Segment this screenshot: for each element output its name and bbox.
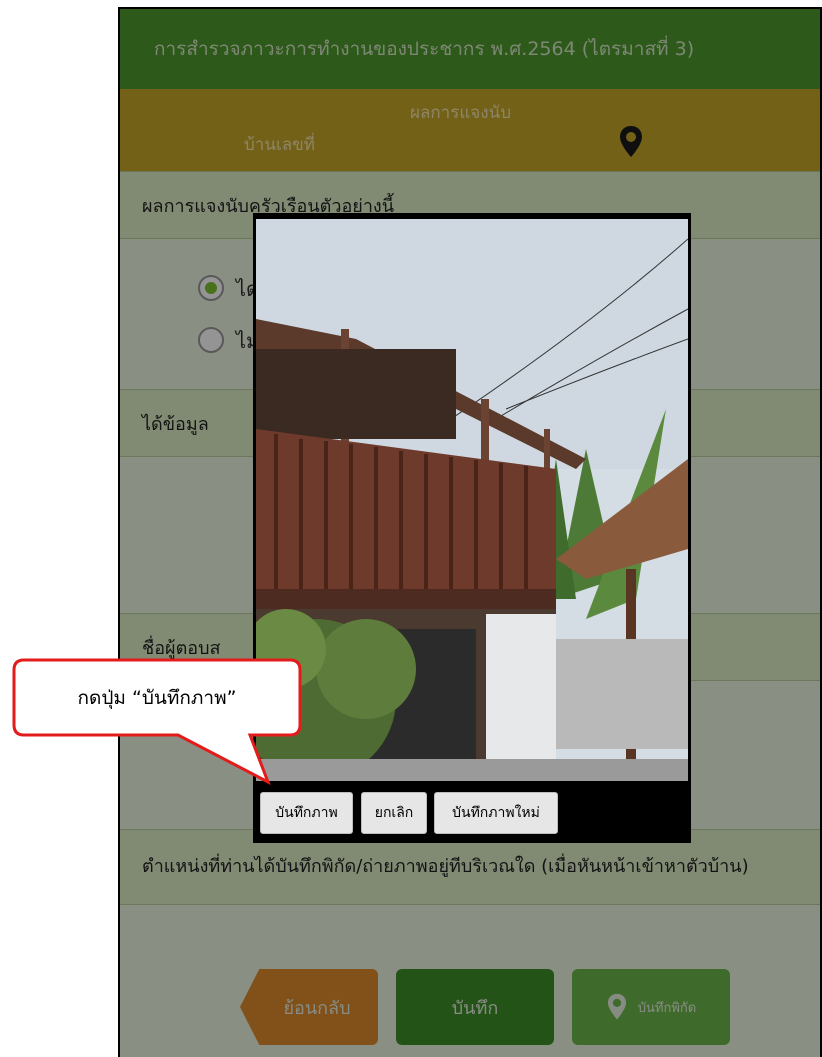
cancel-button[interactable]: ยกเลิก [361,792,427,834]
callout-text: กดปุ่ม “บันทึกภาพ” [77,686,237,709]
photo-preview [256,219,688,781]
retake-photo-button[interactable]: บันทึกภาพใหม่ [434,792,558,834]
cancel-label: ยกเลิก [374,805,414,821]
save-photo-label: บันทึกภาพ [275,805,338,821]
save-photo-button[interactable]: บันทึกภาพ [260,792,353,834]
house-photo [256,219,688,781]
camera-dialog: บันทึกภาพ ยกเลิก บันทึกภาพใหม่ [253,213,691,843]
retake-photo-label: บันทึกภาพใหม่ [452,805,540,821]
